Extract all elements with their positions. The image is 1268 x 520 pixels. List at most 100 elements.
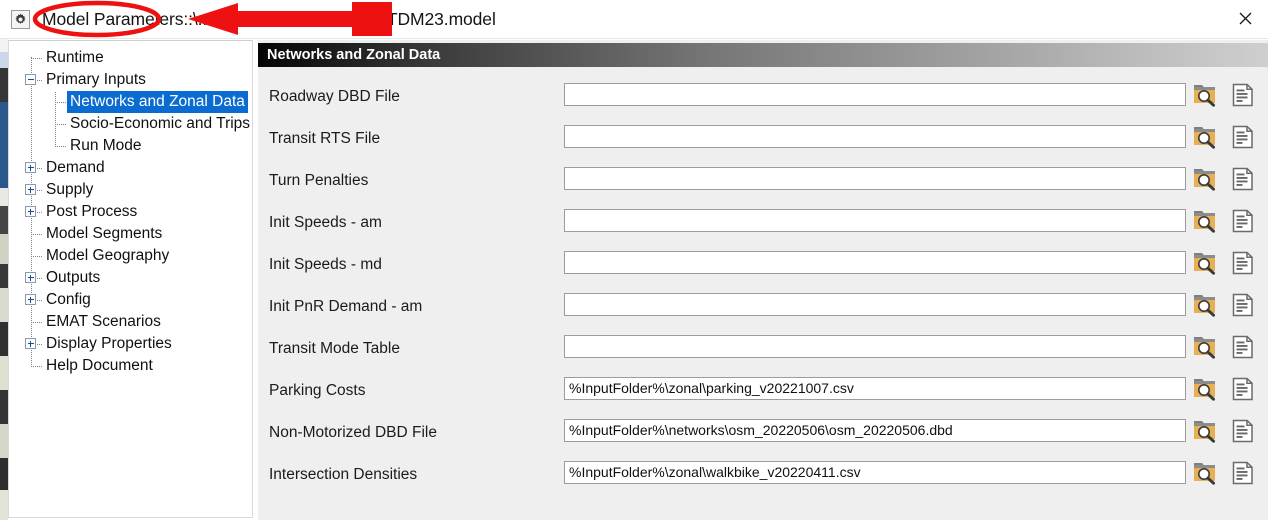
sidebar-item-label: Runtime — [46, 49, 104, 66]
sidebar-item-label: Model Segments — [46, 225, 163, 242]
document-icon[interactable] — [1228, 79, 1258, 111]
sidebar-item-label: Socio-Economic and Trips — [70, 115, 251, 132]
sidebar-item-primary-inputs[interactable]: Primary Inputs — [9, 69, 252, 91]
document-icon[interactable] — [1228, 289, 1258, 321]
field-input[interactable]: %InputFolder%\networks\osm_20220506\osm_… — [564, 419, 1186, 442]
sidebar-item-label: Supply — [46, 181, 94, 198]
expand-icon[interactable] — [25, 338, 36, 349]
sidebar-item-label: Demand — [46, 159, 105, 176]
sidebar-item-emat-scenarios[interactable]: EMAT Scenarios — [9, 311, 252, 333]
field-label: Turn Penalties — [269, 172, 369, 189]
navigation-tree-panel[interactable]: Runtime Primary Inputs Networks and Zonal … — [8, 40, 253, 518]
sidebar-item-help-document[interactable]: Help Document — [9, 355, 252, 377]
sidebar-item-label: Config — [46, 291, 91, 308]
field-input[interactable] — [564, 167, 1186, 190]
sidebar-item-demand[interactable]: Demand — [9, 157, 252, 179]
main-panel: Networks and Zonal Data Roadway DBD File… — [258, 40, 1268, 520]
sidebar-item-label: Primary Inputs — [46, 71, 146, 88]
close-button[interactable] — [1222, 0, 1268, 37]
field-row: Non-Motorized DBD File %InputFolder%\netw… — [258, 412, 1268, 454]
sidebar-item-config[interactable]: Config — [9, 289, 252, 311]
sidebar-item-run-mode[interactable]: Run Mode — [9, 135, 252, 157]
field-input[interactable]: %InputFolder%\zonal\walkbike_v20220411.c… — [564, 461, 1186, 484]
window-title-prefix: Model Parameters: — [42, 9, 189, 29]
field-label: Roadway DBD File — [269, 88, 400, 105]
expand-icon[interactable] — [25, 162, 36, 173]
field-row: Transit RTS File — [258, 118, 1268, 160]
field-row: Transit Mode Table — [258, 328, 1268, 370]
title-bar: Model Parameters::\...\TDM\...\tdm23\CTP… — [0, 0, 1268, 39]
sidebar-item-runtime[interactable]: Runtime — [9, 47, 252, 69]
folder-search-icon[interactable] — [1190, 415, 1220, 447]
panel-header-title: Networks and Zonal Data — [267, 47, 441, 63]
sidebar-item-display-properties[interactable]: Display Properties — [9, 333, 252, 355]
document-icon[interactable] — [1228, 163, 1258, 195]
field-label: Transit RTS File — [269, 130, 381, 147]
background-window-strip — [0, 38, 8, 520]
document-icon[interactable] — [1228, 247, 1258, 279]
field-label: Parking Costs — [269, 382, 366, 399]
sidebar-item-label: Post Process — [46, 203, 138, 220]
field-label: Transit Mode Table — [269, 340, 400, 357]
folder-search-icon[interactable] — [1190, 205, 1220, 237]
sidebar-item-label: Networks and Zonal Data — [67, 91, 248, 113]
document-icon[interactable] — [1228, 415, 1258, 447]
sidebar-item-post-process[interactable]: Post Process — [9, 201, 252, 223]
field-label: Init PnR Demand - am — [269, 298, 423, 315]
field-label: Init Speeds - md — [269, 256, 382, 273]
field-row: Turn Penalties — [258, 160, 1268, 202]
field-row: Roadway DBD File — [258, 76, 1268, 118]
sidebar-item-label: Help Document — [46, 357, 153, 374]
field-row: Parking Costs %InputFolder%\zonal\parking… — [258, 370, 1268, 412]
window-title: Model Parameters::\...\TDM\...\tdm23\CTP… — [42, 0, 496, 38]
sidebar-item-label: Model Geography — [46, 247, 170, 264]
folder-search-icon[interactable] — [1190, 163, 1220, 195]
field-input[interactable] — [564, 293, 1186, 316]
expand-icon[interactable] — [25, 272, 36, 283]
folder-search-icon[interactable] — [1190, 247, 1220, 279]
document-icon[interactable] — [1228, 205, 1258, 237]
sidebar-item-supply[interactable]: Supply — [9, 179, 252, 201]
field-input[interactable] — [564, 209, 1186, 232]
gear-icon — [11, 10, 30, 29]
field-input[interactable]: %InputFolder%\zonal\parking_v20221007.cs… — [564, 377, 1186, 400]
sidebar-item-label: Display Properties — [46, 335, 172, 352]
field-input[interactable] — [564, 335, 1186, 358]
window-title-path: :\...\TDM\...\tdm23\CTPS_TDM23.model — [188, 9, 496, 29]
field-input[interactable] — [564, 125, 1186, 148]
field-row: Intersection Densities %InputFolder%\zona… — [258, 454, 1268, 496]
folder-search-icon[interactable] — [1190, 373, 1220, 405]
document-icon[interactable] — [1228, 331, 1258, 363]
folder-search-icon[interactable] — [1190, 79, 1220, 111]
field-input[interactable] — [564, 251, 1186, 274]
panel-header: Networks and Zonal Data — [258, 43, 1268, 67]
sidebar-item-model-segments[interactable]: Model Segments — [9, 223, 252, 245]
field-label: Init Speeds - am — [269, 214, 382, 231]
expand-icon[interactable] — [25, 206, 36, 217]
expand-icon[interactable] — [25, 294, 36, 305]
sidebar-item-label: EMAT Scenarios — [46, 313, 161, 330]
document-icon[interactable] — [1228, 121, 1258, 153]
document-icon[interactable] — [1228, 457, 1258, 489]
collapse-icon[interactable] — [25, 74, 36, 85]
sidebar-item-model-geography[interactable]: Model Geography — [9, 245, 252, 267]
field-label: Intersection Densities — [269, 466, 418, 483]
folder-search-icon[interactable] — [1190, 121, 1220, 153]
field-label: Non-Motorized DBD File — [269, 424, 437, 441]
sidebar-item-networks-and-zonal-data-selected[interactable]: Networks and Zonal Data — [9, 91, 252, 113]
folder-search-icon[interactable] — [1190, 457, 1220, 489]
folder-search-icon[interactable] — [1190, 331, 1220, 363]
sidebar-item-label: Run Mode — [70, 137, 142, 154]
field-row: Init Speeds - am — [258, 202, 1268, 244]
navigation-tree: Runtime Primary Inputs Networks and Zonal … — [9, 41, 252, 374]
document-icon[interactable] — [1228, 373, 1258, 405]
sidebar-item-label: Outputs — [46, 269, 101, 286]
sidebar-item-outputs[interactable]: Outputs — [9, 267, 252, 289]
field-row: Init Speeds - md — [258, 244, 1268, 286]
model-parameters-window: Model Parameters::\...\TDM\...\tdm23\CTP… — [0, 0, 1268, 520]
sidebar-item-socio-economic-and-trips[interactable]: Socio-Economic and Trips — [9, 113, 252, 135]
field-input[interactable] — [564, 83, 1186, 106]
expand-icon[interactable] — [25, 184, 36, 195]
field-row: Init PnR Demand - am — [258, 286, 1268, 328]
folder-search-icon[interactable] — [1190, 289, 1220, 321]
